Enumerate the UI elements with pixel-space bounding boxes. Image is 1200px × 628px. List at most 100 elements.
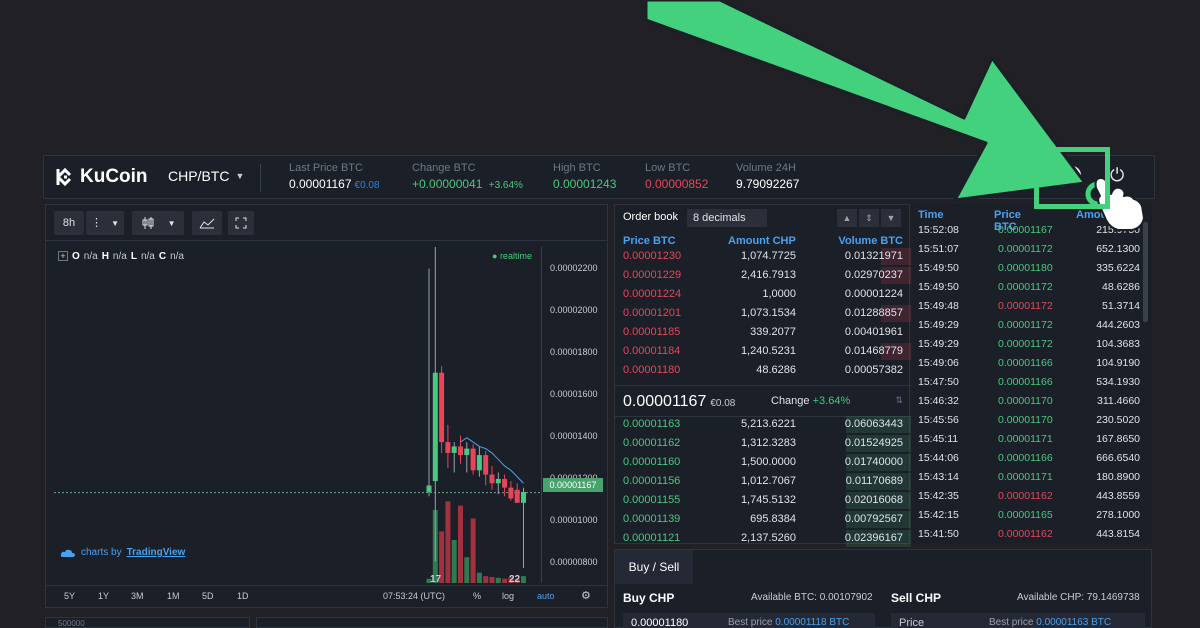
row-price: 0.00001185 [623, 326, 681, 338]
candle-body [521, 491, 526, 503]
stat-label: Change BTC [412, 162, 476, 174]
row-price: 0.00001184 [623, 345, 681, 357]
row-price: 0.00001156 [623, 475, 681, 487]
range-5d[interactable]: 5D [202, 591, 214, 601]
order-book-row[interactable]: 0.00001229 2,416.7913 0.02970237 [615, 266, 911, 285]
row-price: 0.00001165 [998, 509, 1053, 521]
range-1d[interactable]: 1D [237, 591, 249, 601]
volume-bar [483, 576, 489, 583]
row-amount: 1,0000 [762, 288, 796, 300]
sell-best-price[interactable]: Best price 0.00001163 BTC [989, 617, 1111, 628]
row-amount: 180.8900 [1096, 471, 1140, 483]
order-book-row[interactable]: 0.00001121 2,137.5260 0.02396167 [615, 529, 911, 548]
candle-body [514, 489, 520, 503]
order-book-row[interactable]: 0.00001185 339.2077 0.00401961 [615, 323, 911, 342]
row-price: 0.00001172 [998, 338, 1053, 350]
volume-panel: 500000 [45, 617, 250, 628]
arrow-down-icon[interactable]: ▼ [881, 209, 901, 227]
pair-selector[interactable]: CHP/BTC ▼ [168, 168, 244, 184]
row-time: 15:44:06 [918, 452, 959, 464]
kucoin-logo[interactable]: KuCoin [54, 166, 148, 188]
order-book-row[interactable]: 0.00001162 1,312.3283 0.01524925 [615, 434, 911, 453]
arrow-up-icon[interactable]: ▲ [837, 209, 857, 227]
row-time: 15:41:50 [918, 528, 959, 540]
history-row: 15:45:56 0.00001170 230.5020 [912, 411, 1148, 430]
auto-toggle[interactable]: auto [537, 591, 555, 601]
row-price: 0.00001180 [998, 262, 1053, 274]
order-book-row[interactable]: 0.00001230 1,074.7725 0.01321971 [615, 247, 911, 266]
stat-volume: Volume 24H 9.79092267 [736, 162, 799, 191]
best-price-label: Best price [989, 617, 1034, 628]
row-price: 0.00001160 [623, 456, 681, 468]
row-time: 15:49:50 [918, 262, 959, 274]
row-amount: 104.3683 [1096, 338, 1140, 350]
row-price: 0.00001166 [998, 357, 1053, 369]
buy-best-price[interactable]: Best price 0.00001118 BTC [728, 617, 849, 628]
volume-bar [489, 576, 495, 583]
candle-body [445, 442, 451, 453]
order-book-row[interactable]: 0.00001201 1,073.1534 0.01288857 [615, 304, 911, 323]
volume-bar [470, 518, 476, 583]
percent-toggle[interactable]: % [473, 591, 481, 601]
buy-price-value: 0.00001180 [631, 617, 689, 628]
row-amount: 1,745.5132 [740, 494, 796, 506]
row-volume: 0.00001224 [844, 288, 903, 300]
order-book-row[interactable]: 0.00001184 1,240.5231 0.01468779 [615, 342, 911, 361]
row-amount: 230.5020 [1096, 414, 1140, 426]
row-amount: 48.6286 [756, 364, 796, 376]
power-icon[interactable]: ⏻ [1110, 165, 1124, 186]
log-toggle[interactable]: log [502, 591, 514, 601]
last-price-fiat: €0.08 [354, 180, 380, 191]
candle-body [451, 446, 457, 453]
row-time: 15:42:35 [918, 490, 959, 502]
row-price: 0.00001167 [998, 224, 1053, 236]
row-amount: 443.8559 [1096, 490, 1140, 502]
row-price: 0.00001171 [998, 471, 1053, 483]
change-value: +0.00000041 [412, 177, 483, 191]
order-book-row[interactable]: 0.00001224 1,0000 0.00001224 [615, 285, 911, 304]
last-price-fiat: €0.08 [710, 398, 736, 409]
sort-icon[interactable]: ⇅ [895, 395, 903, 406]
gear-icon[interactable]: ⚙ [581, 589, 591, 602]
range-1y[interactable]: 1Y [98, 591, 109, 601]
stat-label: Last Price BTC [289, 162, 363, 174]
row-amount: 104.9190 [1096, 357, 1140, 369]
order-book-row[interactable]: 0.00001163 5,213.6221 0.06063443 [615, 415, 911, 434]
last-price-value: 0.00001167 [289, 177, 352, 191]
row-volume: 0.06063443 [844, 418, 903, 430]
cloud-icon [60, 549, 75, 557]
last-price: 0.00001167 €0.08 [623, 393, 735, 411]
row-price: 0.00001166 [998, 376, 1053, 388]
range-3m[interactable]: 3M [131, 591, 144, 601]
history-scrollbar[interactable] [1143, 222, 1148, 322]
tradingview-badge[interactable]: charts by TradingView [60, 547, 185, 558]
order-book-row[interactable]: 0.00001155 1,745.5132 0.02016068 [615, 491, 911, 510]
candle-body [489, 474, 495, 484]
row-amount: 215.9750 [1096, 224, 1140, 236]
order-book-row[interactable]: 0.00001139 695.8384 0.00792567 [615, 510, 911, 529]
order-book-row[interactable]: 0.00001156 1,012.7067 0.01170689 [615, 472, 911, 491]
pair-label: CHP/BTC [168, 168, 230, 184]
range-5y[interactable]: 5Y [64, 591, 75, 601]
history-row: 15:49:06 0.00001166 104.9190 [912, 354, 1148, 373]
range-1m[interactable]: 1M [167, 591, 180, 601]
arrows-both-icon[interactable]: ⇕ [859, 209, 879, 227]
change-block: Change +3.64% [771, 395, 850, 407]
row-amount: 167.8650 [1096, 433, 1140, 445]
row-amount: 695.8384 [750, 513, 796, 525]
history-row: 15:49:48 0.00001172 51.3714 [912, 297, 1148, 316]
decimals-select[interactable]: 8 decimals [687, 209, 767, 227]
row-time: 15:49:06 [918, 357, 959, 369]
col-amount: Amount CHP [728, 235, 796, 247]
order-book-row[interactable]: 0.00001160 1,500.0000 0.01740000 [615, 453, 911, 472]
tab-buy-sell[interactable]: Buy / Sell [615, 550, 693, 584]
volume-bar [521, 576, 526, 583]
stat-change: Change BTC +0.00000041 +3.64% [412, 162, 523, 191]
candle-body [476, 455, 482, 471]
row-amount: 5,213.6221 [740, 418, 796, 430]
history-row: 15:49:29 0.00001172 104.3683 [912, 335, 1148, 354]
tradingview-link[interactable]: TradingView [127, 547, 186, 558]
current-price-tag: 0.00001167 [543, 478, 603, 492]
order-book-row[interactable]: 0.00001180 48.6286 0.00057382 [615, 361, 911, 380]
row-time: 15:51:07 [918, 243, 959, 255]
